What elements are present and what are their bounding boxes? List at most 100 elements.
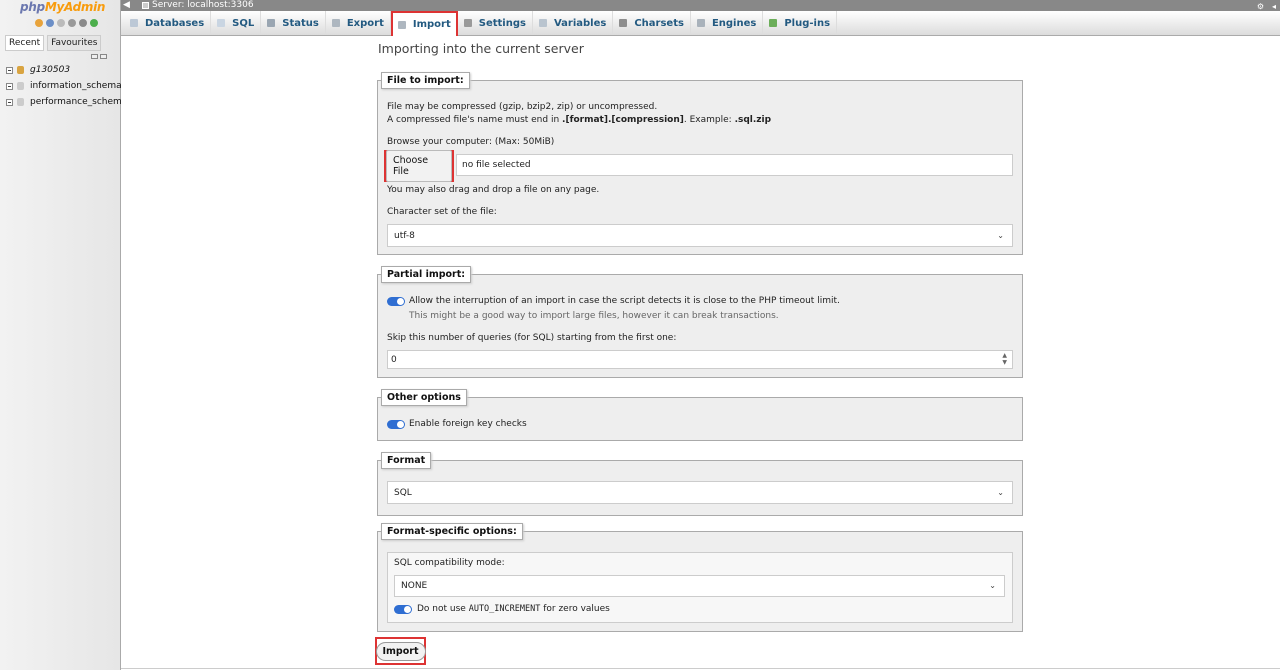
compat-mode-select[interactable]: NONE ⌄: [394, 575, 1005, 597]
sidebar-quick-icons: [35, 19, 98, 27]
database-icon: [17, 66, 24, 74]
link-icon[interactable]: [100, 54, 107, 59]
tab-engines[interactable]: Engines: [691, 11, 764, 35]
tab-favourites[interactable]: Favourites: [47, 35, 102, 51]
format-value: SQL: [394, 487, 412, 498]
database-item-g130503[interactable]: g130503: [6, 62, 127, 78]
format-note-pattern: .[format].[compression]: [562, 115, 684, 125]
charset-label: Character set of the file:: [387, 207, 497, 217]
expand-icon[interactable]: [6, 98, 13, 106]
database-icon: [17, 98, 24, 106]
tab-variables[interactable]: Variables: [533, 11, 614, 35]
auto-increment-suffix: for zero values: [540, 604, 610, 614]
compat-mode-value: NONE: [401, 581, 428, 591]
charset-value: utf-8: [394, 230, 415, 241]
database-icon: [17, 82, 24, 90]
database-item-information-schema[interactable]: information_schema: [6, 78, 127, 94]
tab-import[interactable]: Import: [390, 11, 458, 38]
choose-file-button[interactable]: Choose File: [384, 150, 454, 182]
skip-queries-input[interactable]: 0 ▲ ▼: [387, 350, 1013, 369]
status-icon: [267, 19, 276, 27]
partial-import-section: Partial import: Allow the interruption o…: [377, 266, 1023, 378]
format-section: Format SQL ⌄: [377, 452, 1023, 516]
engines-icon: [696, 19, 705, 27]
foreign-key-toggle[interactable]: [387, 420, 405, 429]
tab-plugins[interactable]: Plug-ins: [763, 11, 838, 35]
partial-import-legend: Partial import:: [381, 266, 472, 283]
format-note-mid: . Example:: [683, 115, 735, 125]
database-label[interactable]: performance_schema: [30, 97, 127, 107]
tab-recent[interactable]: Recent: [5, 35, 45, 51]
logout-icon[interactable]: [46, 19, 54, 27]
format-legend: Format: [381, 452, 432, 469]
charset-select[interactable]: utf-8 ⌄: [387, 224, 1013, 247]
format-note-example: .sql.zip: [734, 115, 772, 125]
tab-label: Databases: [145, 17, 205, 29]
export-icon: [331, 19, 340, 27]
format-specific-legend: Format-specific options:: [381, 523, 523, 540]
docs-icon[interactable]: [68, 19, 76, 27]
spinner-icon[interactable]: ▲ ▼: [1002, 352, 1007, 366]
other-options-section: Other options Enable foreign key checks: [377, 389, 1023, 441]
auto-increment-prefix: Do not use: [417, 604, 469, 614]
file-name-field[interactable]: no file selected: [456, 154, 1013, 176]
allow-interrupt-label: Allow the interruption of an import in c…: [409, 296, 840, 306]
tree-controls: [91, 54, 107, 59]
settings-icon[interactable]: [79, 19, 87, 27]
choose-file-label: Choose File: [386, 150, 452, 182]
format-note-prefix: A compressed file's name must end in: [387, 115, 563, 125]
tab-label: Plug-ins: [784, 17, 831, 29]
database-tree: g130503 information_schema performance_s…: [6, 62, 127, 110]
tab-charsets[interactable]: Charsets: [613, 11, 691, 35]
auto-increment-code: AUTO_INCREMENT: [468, 604, 541, 614]
server-breadcrumb[interactable]: Server: localhost:3306: [152, 0, 254, 11]
help-icon[interactable]: [57, 19, 65, 27]
chevron-down-icon: ⌄: [997, 487, 1004, 497]
tab-settings[interactable]: Settings: [458, 11, 533, 35]
tab-status[interactable]: Status: [261, 11, 326, 35]
server-breadcrumb-bar: ◀ Server: localhost:3306 ⚙ ◂: [121, 0, 1280, 11]
compression-note: File may be compressed (gzip, bzip2, zip…: [387, 102, 658, 112]
import-button-label: Import: [375, 641, 426, 661]
database-item-performance-schema[interactable]: performance_schema: [6, 94, 127, 110]
tab-databases[interactable]: Databases: [124, 11, 212, 35]
charsets-icon: [619, 19, 628, 27]
variables-icon: [538, 19, 547, 27]
logo-php: php: [20, 0, 45, 14]
other-options-legend: Other options: [381, 389, 467, 406]
tab-export[interactable]: Export: [326, 11, 391, 35]
allow-interrupt-toggle[interactable]: [387, 297, 405, 306]
file-to-import-legend: File to import:: [381, 72, 470, 89]
foreign-key-label: Enable foreign key checks: [409, 419, 527, 429]
settings-icon: [463, 19, 472, 27]
compat-mode-label: SQL compatibility mode:: [394, 558, 505, 568]
tab-label: Import: [412, 19, 451, 30]
navigation-sidebar: phpMyAdmin Recent Favourites g130503 inf…: [0, 0, 127, 670]
compression-format-note: A compressed file's name must end in .[f…: [387, 115, 771, 125]
tab-label: Engines: [711, 17, 757, 29]
page-divider: [121, 668, 1280, 669]
tab-label: Charsets: [634, 17, 684, 29]
format-specific-section: Format-specific options: SQL compatibili…: [377, 523, 1023, 632]
skip-queries-value: 0: [391, 354, 397, 365]
server-icon: [142, 2, 149, 9]
auto-increment-toggle[interactable]: [394, 605, 412, 614]
logo-my: My: [44, 0, 64, 14]
auto-increment-label: Do not use AUTO_INCREMENT for zero value…: [417, 604, 610, 614]
tab-sql[interactable]: SQL: [211, 11, 262, 35]
database-label[interactable]: g130503: [30, 65, 70, 75]
database-label[interactable]: information_schema: [30, 81, 122, 91]
collapse-all-icon[interactable]: [91, 54, 98, 59]
format-select[interactable]: SQL ⌄: [387, 481, 1013, 504]
reload-icon[interactable]: [90, 19, 98, 27]
page-title: Importing into the current server: [378, 41, 584, 56]
chevron-down-icon: ⌄: [997, 230, 1004, 240]
collapse-sidebar-icon[interactable]: ◀: [123, 0, 130, 11]
browse-label: Browse your computer: (Max: 50MiB): [387, 137, 555, 147]
expand-icon[interactable]: [6, 82, 13, 90]
phpmyadmin-logo[interactable]: phpMyAdmin: [20, 0, 105, 14]
home-icon[interactable]: [35, 19, 43, 27]
import-submit-button[interactable]: Import: [375, 637, 426, 665]
expand-icon[interactable]: [6, 66, 13, 74]
tab-label: Status: [282, 17, 319, 29]
